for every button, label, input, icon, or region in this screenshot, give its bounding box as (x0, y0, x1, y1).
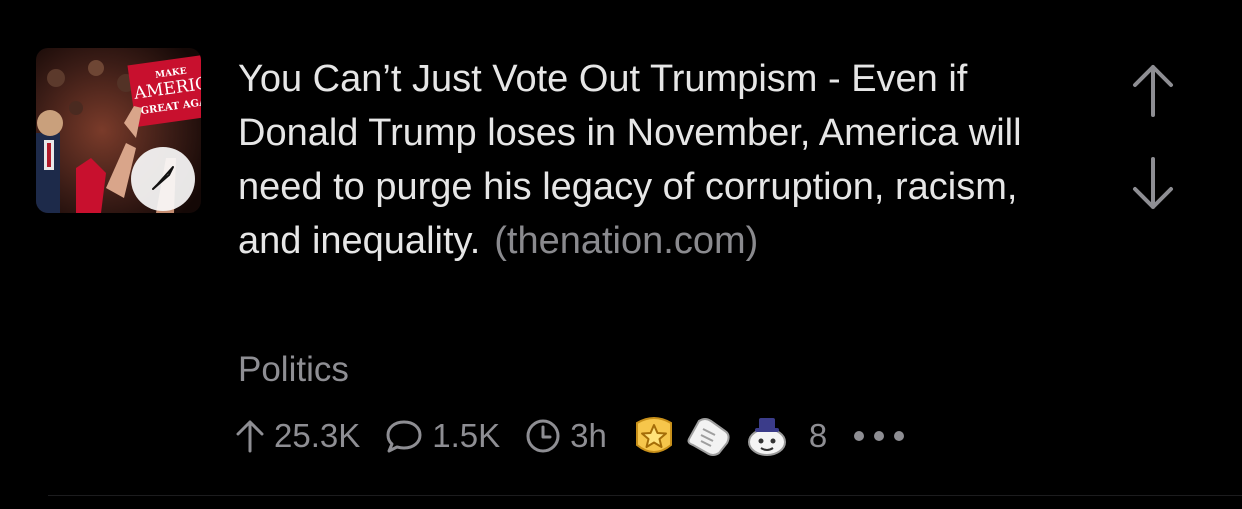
downvote-button[interactable] (1125, 156, 1181, 212)
compass-icon (131, 147, 195, 211)
post-age: 3h (524, 417, 607, 455)
upvote-count[interactable]: 25.3K (234, 417, 360, 455)
comment-count[interactable]: 1.5K (384, 417, 500, 455)
upvote-arrow-icon (1133, 65, 1173, 117)
clock-icon (526, 419, 560, 453)
post-card[interactable]: MAKE AMERIC GREAT AGA You Can’t Just Vot… (0, 0, 1242, 509)
upvote-button[interactable] (1125, 62, 1181, 118)
post-age-value: 3h (570, 417, 607, 454)
awards-count[interactable]: 8 (809, 417, 827, 455)
post-thumbnail[interactable]: MAKE AMERIC GREAT AGA (36, 48, 201, 213)
awards-count-value: 8 (808, 417, 828, 454)
award-hand-icon (687, 418, 730, 456)
subreddit-link[interactable]: Politics (238, 350, 349, 390)
comment-icon (386, 420, 422, 453)
post-title[interactable]: You Can’t Just Vote Out Trumpism - Even … (238, 52, 1078, 268)
awards-row[interactable] (631, 412, 799, 460)
post-divider (48, 495, 1242, 496)
comment-count-value: 1.5K (432, 417, 501, 454)
award-star-icon (635, 417, 672, 453)
upvote-count-value: 25.3K (274, 417, 361, 454)
upvote-small-icon (236, 420, 264, 453)
post-meta-bar: 25.3K 1.5K 3h 8 (234, 412, 907, 460)
more-dots-icon (854, 431, 905, 441)
downvote-arrow-icon (1133, 157, 1173, 209)
award-snoo-icon (747, 418, 786, 456)
post-domain-link[interactable]: (thenation.com) (494, 220, 758, 262)
more-options-button[interactable] (851, 428, 907, 444)
